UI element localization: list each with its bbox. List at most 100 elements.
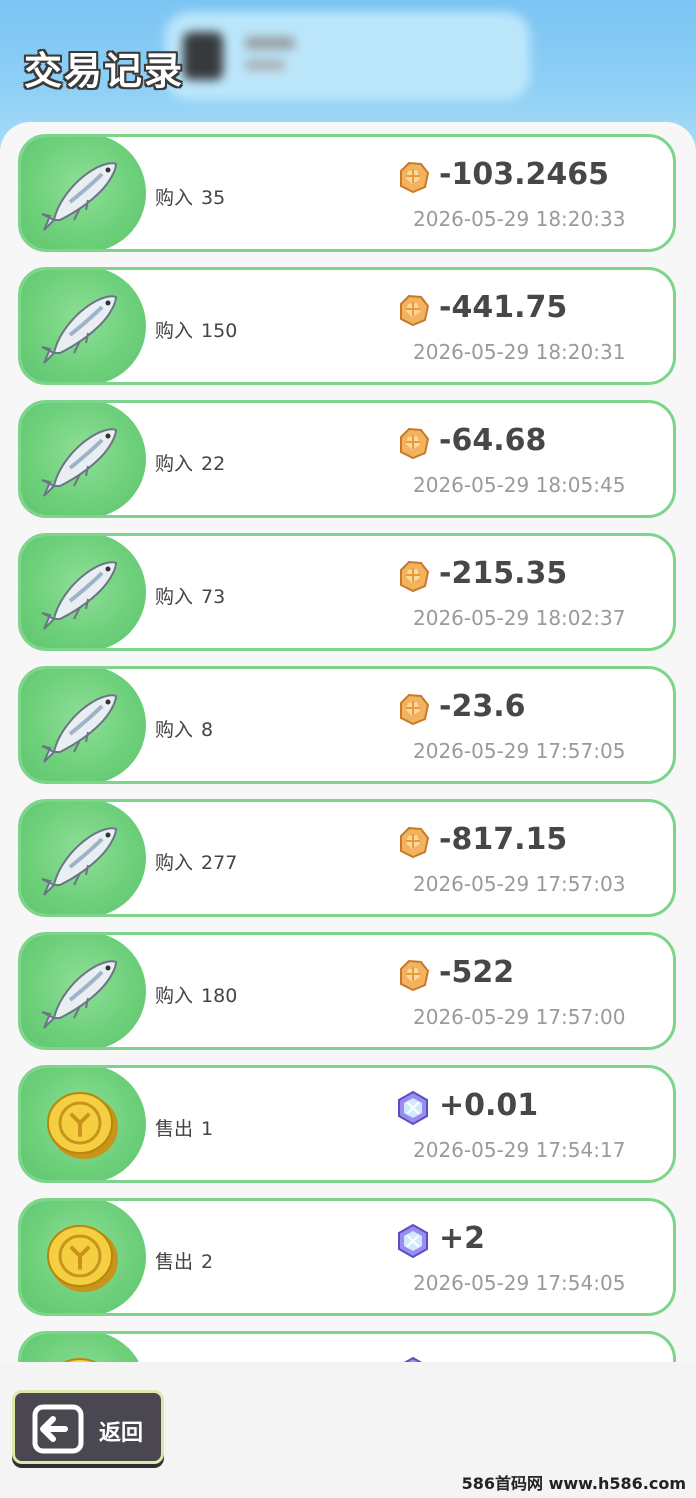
transaction-time: 2026-05-29 18:20:31 [413, 340, 626, 364]
quantity: 22 [201, 453, 226, 475]
gold-ore-icon [400, 959, 430, 992]
transaction-row-7[interactable]: 购入 180 -522 2026-05-29 17:57:00 [18, 932, 676, 1050]
gold-ore-icon [395, 425, 431, 465]
transaction-row-9[interactable]: 售出 2 +2 2026-05-29 17:54:05 [18, 1198, 676, 1316]
transaction-row-6[interactable]: 购入 277 -817.15 2026-05-29 17:57:03 [18, 799, 676, 917]
item-icon-box [21, 935, 146, 1047]
transaction-time: 2026-05-29 17:57:05 [413, 739, 626, 763]
transaction-row-2[interactable]: 购入 150 -441.75 2026-05-29 18:20:31 [18, 267, 676, 385]
item-icon-box [21, 137, 146, 249]
back-button[interactable]: 返回 [12, 1390, 164, 1464]
quantity: 2 [201, 1251, 214, 1273]
quantity: 35 [201, 187, 226, 209]
transaction-action: 售出 1 [155, 1114, 213, 1141]
gold-ore-icon [400, 427, 430, 460]
gold-ore-icon [400, 294, 430, 327]
gold-ore-icon [395, 957, 431, 997]
crystal-gem-icon [395, 1223, 431, 1263]
transaction-amount: -522 [439, 955, 515, 990]
fish-icon [41, 428, 118, 497]
transaction-amount: +2 [439, 1221, 486, 1256]
item-icon-box [21, 270, 146, 382]
transaction-amount: +0.01 [439, 1088, 539, 1123]
quantity: 73 [201, 586, 226, 608]
transaction-row-8[interactable]: 售出 1 +0.01 2026-05-29 17:54:17 [18, 1065, 676, 1183]
transaction-list-panel[interactable]: 购入 35 -103.2465 2026-05-29 18:20:33 购入 150… [0, 122, 696, 1362]
transaction-row-4[interactable]: 购入 73 -215.35 2026-05-29 18:02:37 [18, 533, 676, 651]
fish-icon [41, 827, 118, 896]
transaction-row-10[interactable] [18, 1331, 676, 1362]
blurred-notification [165, 12, 530, 100]
fish-icon [41, 694, 118, 763]
item-icon-box [21, 669, 146, 781]
action-label: 购入 [155, 985, 194, 1007]
fish-icon [41, 295, 118, 364]
transaction-time: 2026-05-29 18:20:33 [413, 207, 626, 231]
quantity: 1 [201, 1118, 214, 1140]
transaction-amount: -23.6 [439, 689, 526, 724]
transaction-action: 售出 2 [155, 1247, 213, 1274]
transaction-amount: -817.15 [439, 822, 568, 857]
transaction-action: 购入 22 [155, 449, 225, 476]
gold-ore-icon [400, 560, 430, 593]
transaction-time: 2026-05-29 18:05:45 [413, 473, 626, 497]
gold-ore-icon [395, 824, 431, 864]
transaction-time: 2026-05-29 17:54:05 [413, 1271, 626, 1295]
action-label: 售出 [155, 1251, 194, 1273]
gold-coin-icon [47, 1092, 118, 1159]
transaction-action: 购入 8 [155, 715, 213, 742]
quantity: 150 [201, 320, 238, 342]
quantity: 180 [201, 985, 238, 1007]
item-icon-box [21, 403, 146, 515]
action-label: 售出 [155, 1118, 194, 1140]
gold-ore-icon [395, 558, 431, 598]
transaction-action: 购入 180 [155, 981, 237, 1008]
fish-icon [41, 960, 118, 1029]
item-icon-box [21, 1068, 146, 1180]
transaction-action: 购入 150 [155, 316, 237, 343]
transaction-row-3[interactable]: 购入 22 -64.68 2026-05-29 18:05:45 [18, 400, 676, 518]
gold-ore-icon [400, 161, 430, 194]
transaction-amount: -64.68 [439, 423, 547, 458]
transaction-list: 购入 35 -103.2465 2026-05-29 18:20:33 购入 150… [18, 134, 678, 1362]
gold-coin-icon [63, 1358, 97, 1362]
action-label: 购入 [155, 586, 194, 608]
transaction-action: 购入 73 [155, 582, 225, 609]
page-title: 交易记录 [24, 49, 185, 93]
action-label: 购入 [155, 719, 194, 741]
crystal-gem-icon [398, 1090, 428, 1126]
item-icon-box [21, 1334, 146, 1362]
action-label: 购入 [155, 453, 194, 475]
gold-ore-icon [400, 693, 430, 726]
transaction-amount: -441.75 [439, 290, 568, 325]
item-icon-box [21, 802, 146, 914]
back-arrow-icon [32, 1404, 84, 1454]
transaction-amount: -215.35 [439, 556, 568, 591]
transaction-amount: -103.2465 [439, 157, 609, 192]
transaction-row-1[interactable]: 购入 35 -103.2465 2026-05-29 18:20:33 [18, 134, 676, 252]
gold-ore-icon [395, 159, 431, 199]
back-label: 返回 [99, 1421, 144, 1446]
quantity: 8 [201, 719, 214, 741]
quantity: 277 [201, 852, 238, 874]
watermark: 586首码网 www.h586.com [461, 1474, 686, 1493]
gold-ore-icon [395, 292, 431, 332]
transaction-row-5[interactable]: 购入 8 -23.6 2026-05-29 17:57:05 [18, 666, 676, 784]
crystal-gem-icon [395, 1356, 431, 1362]
transaction-action: 购入 277 [155, 848, 237, 875]
crystal-gem-icon [395, 1090, 431, 1130]
gold-coin-icon [47, 1225, 118, 1292]
action-label: 购入 [155, 852, 194, 874]
transaction-time: 2026-05-29 17:57:00 [413, 1005, 626, 1029]
crystal-gem-icon [403, 1356, 423, 1362]
fish-icon [41, 162, 118, 231]
item-icon-box [21, 536, 146, 648]
transaction-time: 2026-05-29 17:57:03 [413, 872, 626, 896]
gold-ore-icon [395, 691, 431, 731]
transaction-time: 2026-05-29 18:02:37 [413, 606, 626, 630]
item-icon-box [21, 1201, 146, 1313]
transaction-time: 2026-05-29 17:54:17 [413, 1138, 626, 1162]
transaction-action: 购入 35 [155, 183, 225, 210]
fish-icon [41, 561, 118, 630]
crystal-gem-icon [398, 1223, 428, 1259]
